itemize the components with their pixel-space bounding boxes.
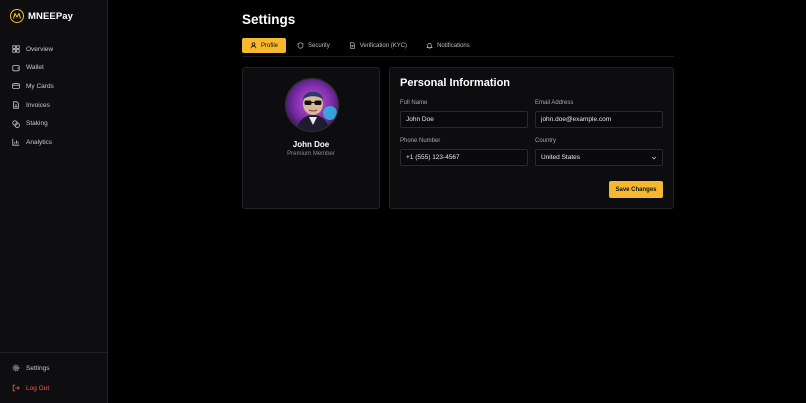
sidebar-item-label: Staking: [26, 120, 48, 128]
sidebar-item-overview[interactable]: Overview: [0, 40, 107, 59]
sidebar: MNEEPay Overview Wallet My Cards Invoice…: [0, 0, 108, 403]
tabs-divider: [242, 56, 674, 57]
sidebar-item-label: Wallet: [26, 64, 44, 72]
grid-icon: [12, 45, 20, 53]
mnee-logo-icon: [10, 9, 24, 23]
sidebar-item-settings[interactable]: Settings: [0, 358, 107, 378]
avatar[interactable]: [285, 78, 339, 132]
bell-icon: [426, 43, 433, 49]
bar-chart-icon: [12, 139, 20, 146]
profile-name: John Doe: [292, 140, 330, 149]
country-select[interactable]: United States: [535, 149, 663, 166]
file-icon: [13, 101, 19, 109]
full-name-label: Full Name: [400, 100, 428, 106]
user-icon: [250, 42, 257, 49]
personal-information-card: Personal Information Full Name Email Add…: [389, 67, 674, 209]
credit-card-icon: [12, 83, 20, 90]
tab-label: Notifications: [437, 42, 470, 49]
tab-label: Profile: [261, 42, 279, 49]
tab-profile[interactable]: Profile: [242, 38, 287, 53]
country-value: United States: [541, 154, 581, 161]
main-content: Settings Profile Security Verification (…: [108, 0, 806, 403]
chevron-down-icon: [651, 156, 657, 159]
coins-icon: [12, 120, 20, 128]
settings-tabs: Profile Security Verification (KYC) Noti…: [242, 38, 478, 53]
sidebar-nav: Overview Wallet My Cards Invoices Stakin…: [0, 40, 107, 152]
logout-icon: [12, 384, 20, 392]
sidebar-bottom-nav: Settings Log Out: [0, 358, 107, 398]
sidebar-item-label: Analytics: [26, 138, 53, 146]
tab-security[interactable]: Security: [289, 38, 338, 53]
email-label: Email Address: [535, 100, 574, 106]
wallet-icon: [12, 65, 20, 72]
tab-label: Verification (KYC): [359, 42, 408, 49]
sidebar-divider: [0, 352, 107, 353]
phone-label: Phone Number: [400, 138, 441, 144]
full-name-field[interactable]: [400, 111, 528, 128]
sidebar-item-my-cards[interactable]: My Cards: [0, 77, 107, 96]
tab-verification-kyc[interactable]: Verification (KYC): [341, 38, 415, 53]
sidebar-item-label: My Cards: [26, 82, 54, 90]
sidebar-item-label: Overview: [26, 45, 54, 53]
document-icon: [349, 42, 355, 49]
logout-button[interactable]: Log Out: [0, 378, 107, 398]
save-changes-button[interactable]: Save Changes: [609, 181, 663, 198]
sidebar-item-analytics[interactable]: Analytics: [0, 133, 107, 152]
section-title: Personal Information: [400, 77, 511, 89]
sidebar-item-label: Log Out: [26, 384, 50, 392]
app-name: MNEEPay: [28, 10, 74, 22]
tab-notifications[interactable]: Notifications: [418, 38, 478, 53]
sidebar-item-wallet[interactable]: Wallet: [0, 59, 107, 78]
email-field[interactable]: [535, 111, 663, 128]
tab-label: Security: [308, 42, 330, 49]
country-label: Country: [535, 138, 557, 144]
sidebar-item-label: Settings: [26, 364, 50, 372]
shield-icon: [297, 42, 304, 49]
profile-membership: Premium Member: [287, 151, 335, 157]
sidebar-item-staking[interactable]: Staking: [0, 114, 107, 133]
sidebar-item-invoices[interactable]: Invoices: [0, 96, 107, 115]
gear-icon: [12, 364, 20, 372]
profile-card: John Doe Premium Member: [242, 67, 380, 209]
phone-field[interactable]: [400, 149, 528, 166]
page-title: Settings: [242, 12, 296, 27]
brand[interactable]: MNEEPay: [10, 9, 73, 23]
sidebar-item-label: Invoices: [26, 101, 50, 109]
